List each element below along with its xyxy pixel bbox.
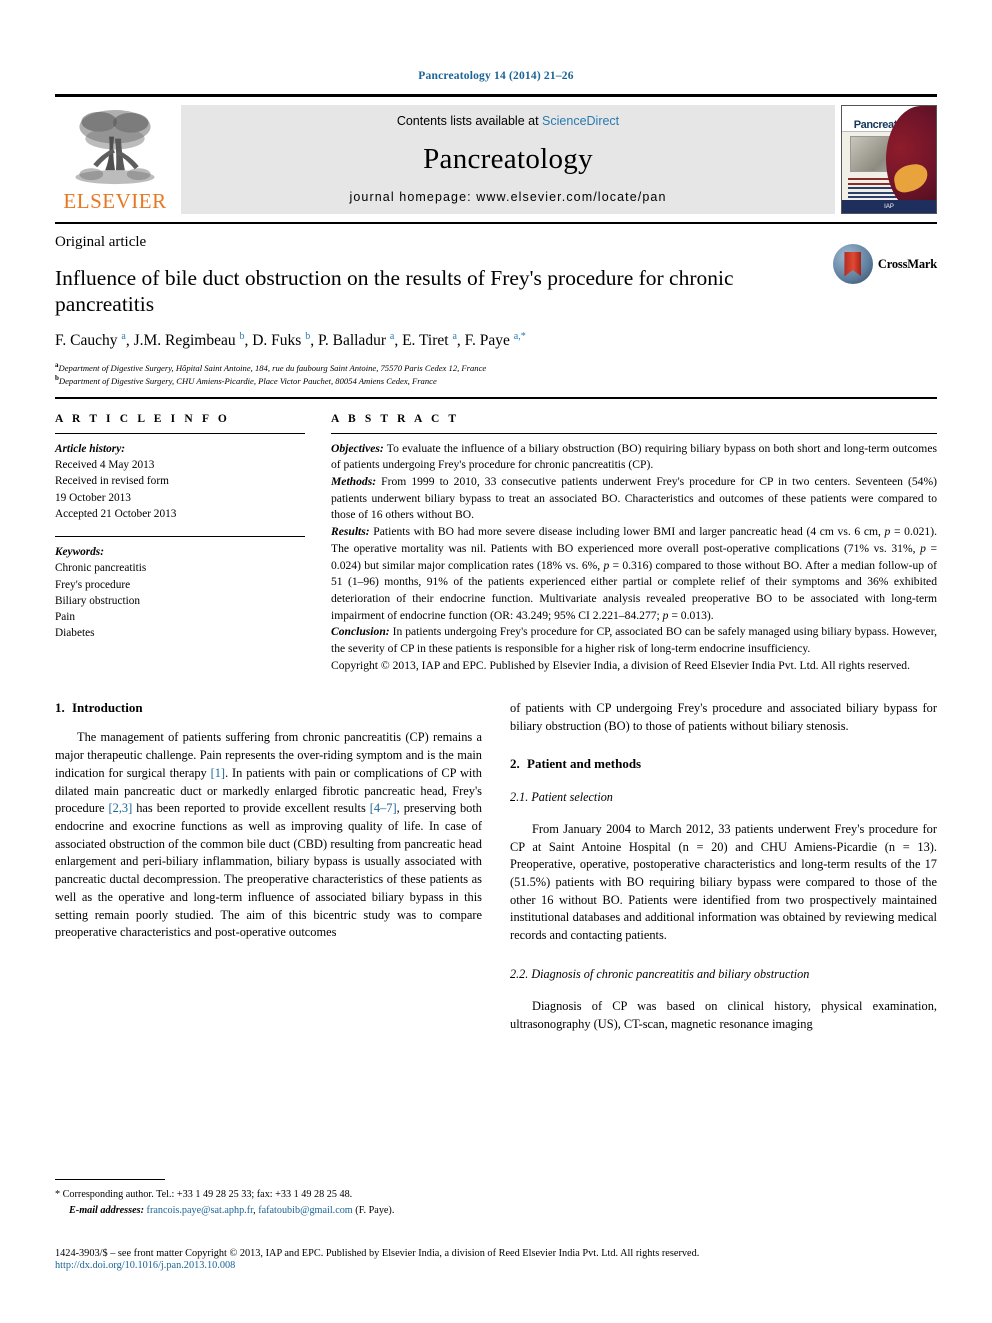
crossmark-bookmark-shape [844,251,862,277]
email-label: E-mail addresses: [69,1204,144,1216]
email-suffix: (F. Paye). [352,1204,395,1216]
keywords-block: Keywords: Chronic pancreatitis Frey's pr… [55,544,305,642]
article-history-block: Article history: Received 4 May 2013 Rec… [55,441,305,522]
history-line: Accepted 21 October 2013 [55,507,177,520]
affiliation-2: bDepartment of Digestive Surgery, CHU Am… [55,374,937,387]
abstract-copyright: Copyright © 2013, IAP and EPC. Published… [331,658,910,672]
history-line: Received 4 May 2013 [55,458,155,471]
keyword-item: Chronic pancreatitis [55,562,147,575]
conclusion-label: Conclusion: [331,625,390,639]
affiliation-text-a: Department of Digestive Surgery, Hôpital… [58,362,487,373]
results-text-1: Patients with BO had more severe disease… [369,525,885,539]
divider [55,536,305,538]
article-history-label: Article history: [55,442,125,455]
citation-ref-1[interactable]: [1] [211,766,225,780]
footnote-divider [55,1179,165,1181]
elsevier-logo: ELSEVIER [55,105,175,214]
body-column-right: of patients with CP undergoing Frey's pr… [510,700,937,1046]
author-list: F. Cauchy a, J.M. Regimbeau b, D. Fuks b… [55,331,526,350]
heading-patient-and-methods: 2. Patient and methods [510,756,937,772]
running-head: Pancreatology 14 (2014) 21–26 [418,70,574,82]
citation-ref-2-3[interactable]: [2,3] [109,801,133,815]
issn-copyright-line: 1424-3903/$ – see front matter Copyright… [55,1248,700,1259]
keywords-label: Keywords: [55,546,104,559]
intro-paragraph: The management of patients suffering fro… [55,729,482,942]
page-title: Influence of bile duct obstruction on th… [55,266,734,317]
info-abstract-row: A R T I C L E I N F O Article history: R… [55,396,937,675]
corresponding-author-line: * Corresponding author. Tel.: +33 1 49 2… [55,1187,482,1202]
history-line: 19 October 2013 [55,491,131,504]
abstract-heading: A B S T R A C T [331,412,460,425]
crossmark-icon [832,244,873,284]
methods-text: From 1999 to 2010, 33 consecutive patien… [331,475,937,522]
article-page: Pancreatology 14 (2014) 21–26 ELSEVIER C… [0,0,992,1323]
email-link-1[interactable]: francois.paye@sat.aphp.fr [147,1205,254,1216]
journal-homepage[interactable]: journal homepage: www.elsevier.com/locat… [349,190,666,204]
subheading-text: Patient selection [531,789,613,804]
abstract-body: Objectives: To evaluate the influence of… [331,441,937,675]
journal-masthead: ELSEVIER Contents lists available at Sci… [55,94,937,214]
heading-number: 2. [510,755,520,771]
crossmark-badge[interactable]: CrossMark [832,244,937,284]
intro-text-c: has been reported to provide excellent r… [132,801,370,816]
objectives-label: Objectives: [331,441,384,455]
heading-patient-selection: 2.1. Patient selection [510,790,937,805]
heading-introduction: 1. Introduction [55,700,482,716]
affiliation-text-b: Department of Digestive Surgery, CHU Ami… [58,375,437,386]
conclusion-text: In patients undergoing Frey's procedure … [331,625,937,655]
article-type: Original article [55,234,147,250]
subheading-number: 2.2. [510,966,529,981]
results-text-5: = 0.013). [668,608,714,622]
abstract-objectives: Objectives: To evaluate the influence of… [331,441,937,474]
doi-link[interactable]: http://dx.doi.org/10.1016/j.pan.2013.10.… [55,1260,937,1271]
journal-title: Pancreatology [423,142,593,175]
history-line: Received in revised form [55,475,169,488]
email-line: E-mail addresses: francois.paye@sat.aphp… [55,1203,482,1218]
intro-text-d: , preserving both endocrine and exocrine… [55,801,482,940]
divider [331,432,937,434]
results-label: Results: [331,525,370,539]
affiliation-1: aDepartment of Digestive Surgery, Hôpita… [55,361,937,374]
contents-prefix: Contents lists available at [396,114,539,128]
citation-ref-4-7[interactable]: [4–7] [370,801,397,815]
abstract-conclusion: Conclusion: In patients undergoing Frey'… [331,624,937,657]
keyword-item: Pain [55,611,76,624]
email-link-2[interactable]: fafatoubib@gmail.com [258,1205,353,1216]
body-column-left: 1. Introduction The management of patient… [55,700,482,1046]
crossmark-label: CrossMark [877,256,937,271]
heading-diagnosis: 2.2. Diagnosis of chronic pancreatitis a… [510,967,937,982]
masthead-center: Contents lists available at ScienceDirec… [181,105,835,214]
article-header: CrossMark Original article Influence of … [55,222,937,387]
page-footer: 1424-3903/$ – see front matter Copyright… [55,1248,937,1271]
abstract-column: A B S T R A C T Objectives: To evaluate … [331,413,937,675]
sciencedirect-link[interactable]: ScienceDirect [542,114,619,128]
article-info-column: A R T I C L E I N F O Article history: R… [55,413,305,675]
patient-selection-paragraph: From January 2004 to March 2012, 33 pati… [510,821,937,943]
divider [55,432,305,434]
heading-text: Patient and methods [527,755,642,771]
article-info-heading: A R T I C L E I N F O [55,412,230,425]
corresponding-author-footnote: * Corresponding author. Tel.: +33 1 49 2… [55,1179,482,1218]
cover-footer: IAP [842,200,936,213]
subheading-text: Diagnosis of chronic pancreatitis and bi… [531,966,810,981]
journal-cover-thumbnail: Pancreatology IAP [841,105,937,214]
keyword-item: Diabetes [55,627,95,640]
elsevier-tree-icon [75,109,155,185]
keyword-item: Frey's procedure [55,578,131,591]
abstract-methods: Methods: From 1999 to 2010, 33 consecuti… [331,474,937,524]
subheading-number: 2.1. [510,789,529,804]
intro-paragraph-continued: of patients with CP undergoing Frey's pr… [510,701,937,734]
objectives-text: To evaluate the influence of a biliary o… [331,441,937,472]
elsevier-wordmark: ELSEVIER [63,189,167,213]
diagnosis-paragraph: Diagnosis of CP was based on clinical hi… [510,998,937,1031]
body-columns: 1. Introduction The management of patient… [55,700,937,1046]
methods-label: Methods: [331,475,377,489]
heading-number: 1. [55,700,65,716]
contents-line: Contents lists available at ScienceDirec… [397,114,619,128]
corresponding-author-text: Corresponding author. Tel.: +33 1 49 28 … [60,1189,353,1201]
abstract-results: Results: Patients with BO had more sever… [331,524,937,624]
heading-text: Introduction [72,700,143,716]
keyword-item: Biliary obstruction [55,594,141,607]
